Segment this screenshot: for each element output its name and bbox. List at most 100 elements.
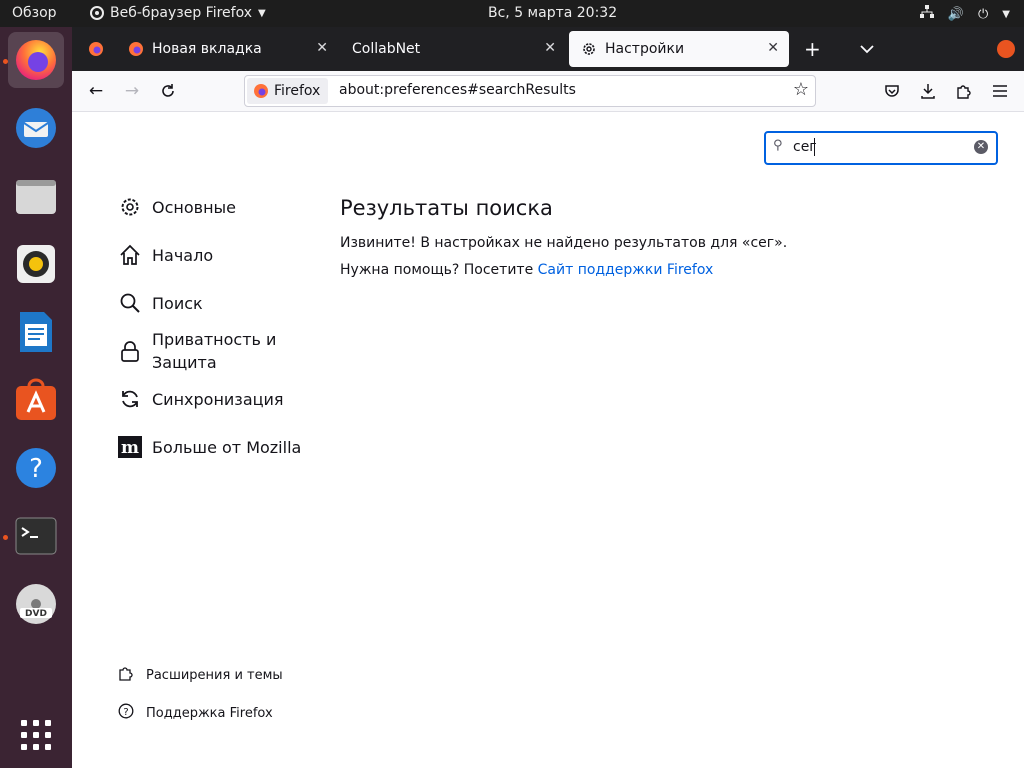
category-sync[interactable]: Синхронизация (118, 387, 284, 411)
arrow-left-icon: ← (88, 81, 104, 101)
dock-libreoffice-writer[interactable] (8, 304, 64, 360)
firefox-icon (254, 84, 268, 98)
close-icon[interactable]: ✕ (316, 40, 328, 56)
arrow-right-icon: → (124, 81, 140, 101)
category-label: Синхронизация (152, 389, 284, 409)
tab-label: Настройки (605, 41, 685, 57)
star-icon[interactable]: ☆ (793, 79, 809, 100)
support-link[interactable]: ? Поддержка Firefox (118, 703, 273, 723)
chevron-down-icon (860, 45, 874, 54)
dock-dvd[interactable]: DVD (8, 576, 64, 632)
tab-collabnet[interactable]: CollabNet ✕ (342, 31, 566, 67)
clock[interactable]: Вс, 5 марта 20:32 (488, 5, 617, 21)
gear-icon (583, 43, 595, 55)
firefox-app-icon (90, 6, 104, 20)
no-results-message: Извините! В настройках не найдено резуль… (340, 235, 788, 251)
category-search[interactable]: Поиск (118, 291, 203, 315)
terminal-icon (15, 517, 57, 555)
dock-rhythmbox[interactable] (8, 236, 64, 292)
running-indicator (3, 535, 8, 540)
category-label: Начало (152, 245, 214, 265)
extensions-button[interactable] (952, 79, 976, 103)
dock-files[interactable] (8, 168, 64, 224)
power-icon: ⏻ (978, 6, 989, 22)
downloads-button[interactable] (916, 79, 940, 103)
svg-text:m: m (121, 438, 139, 458)
addons-link[interactable]: Расширения и темы (118, 665, 283, 685)
list-all-tabs-button[interactable] (854, 31, 880, 67)
dock-firefox[interactable] (8, 32, 64, 88)
app-menu[interactable]: Веб-браузер Firefox ▼ (90, 5, 266, 21)
pocket-button[interactable] (880, 79, 904, 103)
identity-label: Firefox (274, 83, 321, 99)
ubuntu-dock: ? DVD (0, 27, 72, 768)
help-message: Нужна помощь? Посетите Сайт поддержки Fi… (340, 262, 713, 278)
url-text[interactable]: about:preferences#searchResults (339, 82, 576, 98)
puzzle-icon (118, 665, 134, 685)
dock-terminal[interactable] (8, 508, 64, 564)
firefox-icon (16, 40, 56, 80)
dock-help[interactable]: ? (8, 440, 64, 496)
category-label: Основные (152, 197, 237, 217)
tab-strip: Новая вкладка ✕ CollabNet ✕ Настройки ✕ … (72, 27, 1024, 71)
firefox-view-button[interactable] (76, 31, 112, 67)
puzzle-icon (957, 85, 971, 99)
close-icon[interactable]: ✕ (544, 40, 556, 56)
svg-text:DVD: DVD (25, 609, 47, 619)
show-apps-icon (21, 720, 51, 750)
category-privacy[interactable]: Приватность и Защита (118, 328, 282, 374)
pocket-icon (885, 85, 899, 97)
preferences-search-input[interactable]: ⚲ сег ✕ (764, 131, 998, 165)
clear-icon[interactable]: ✕ (974, 140, 988, 154)
dvd-icon: DVD (16, 584, 56, 624)
search-icon (118, 291, 142, 315)
category-label: Больше от Mozilla (152, 437, 302, 457)
system-tray[interactable]: 🔊 ⏻ ▼ (919, 5, 1010, 23)
support-site-link[interactable]: Сайт поддержки Firefox (538, 262, 714, 278)
category-general[interactable]: Основные (118, 195, 236, 219)
dock-thunderbird[interactable] (8, 100, 64, 156)
hamburger-icon (993, 85, 1007, 97)
tab-new-tab[interactable]: Новая вкладка ✕ (116, 31, 338, 67)
reload-button[interactable] (156, 79, 180, 103)
tab-label: Новая вкладка (152, 41, 262, 57)
navigation-toolbar: ← → Firefox about:preferences#searchResu… (72, 71, 1024, 112)
category-home[interactable]: Начало (118, 243, 213, 267)
window-close-button[interactable] (997, 40, 1015, 58)
identity-box[interactable]: Firefox (247, 78, 329, 104)
activities-button[interactable]: Обзор (12, 5, 57, 21)
network-icon (919, 5, 934, 23)
app-menu-button[interactable] (988, 79, 1012, 103)
chevron-down-icon: ▼ (1002, 8, 1010, 20)
files-icon (16, 180, 56, 214)
addons-label: Расширения и темы (146, 667, 283, 683)
category-more-from-mozilla[interactable]: m Больше от Mozilla (118, 435, 301, 459)
tab-settings[interactable]: Настройки ✕ (569, 31, 789, 67)
dock-show-apps[interactable] (8, 707, 64, 763)
url-bar[interactable]: Firefox about:preferences#searchResults … (244, 75, 816, 107)
preferences-page: ⚲ сег ✕ Основные Начало Поиск Приватност… (72, 112, 1024, 768)
search-icon: ⚲ (773, 138, 783, 153)
thunderbird-icon (16, 108, 56, 148)
support-label: Поддержка Firefox (146, 705, 273, 721)
forward-button[interactable]: → (120, 79, 144, 103)
back-button[interactable]: ← (84, 79, 108, 103)
svg-text:?: ? (123, 707, 128, 718)
close-icon[interactable]: ✕ (767, 40, 779, 56)
sync-icon (118, 387, 142, 411)
firefox-icon (89, 42, 103, 56)
lock-icon (118, 339, 142, 363)
dock-ubuntu-software[interactable] (8, 372, 64, 428)
search-results-heading: Результаты поиска (340, 196, 553, 220)
new-tab-button[interactable]: + (799, 31, 825, 67)
help-icon: ? (16, 448, 56, 488)
firefox-icon (129, 42, 143, 56)
app-menu-label: Веб-браузер Firefox (110, 5, 253, 21)
reload-icon (162, 84, 174, 97)
help-icon: ? (118, 703, 134, 723)
download-icon (921, 84, 935, 99)
help-prefix: Нужна помощь? Посетите (340, 262, 538, 278)
category-label: Приватность и Защита (152, 330, 277, 372)
rhythmbox-icon (17, 245, 55, 283)
text-caret (814, 138, 815, 156)
